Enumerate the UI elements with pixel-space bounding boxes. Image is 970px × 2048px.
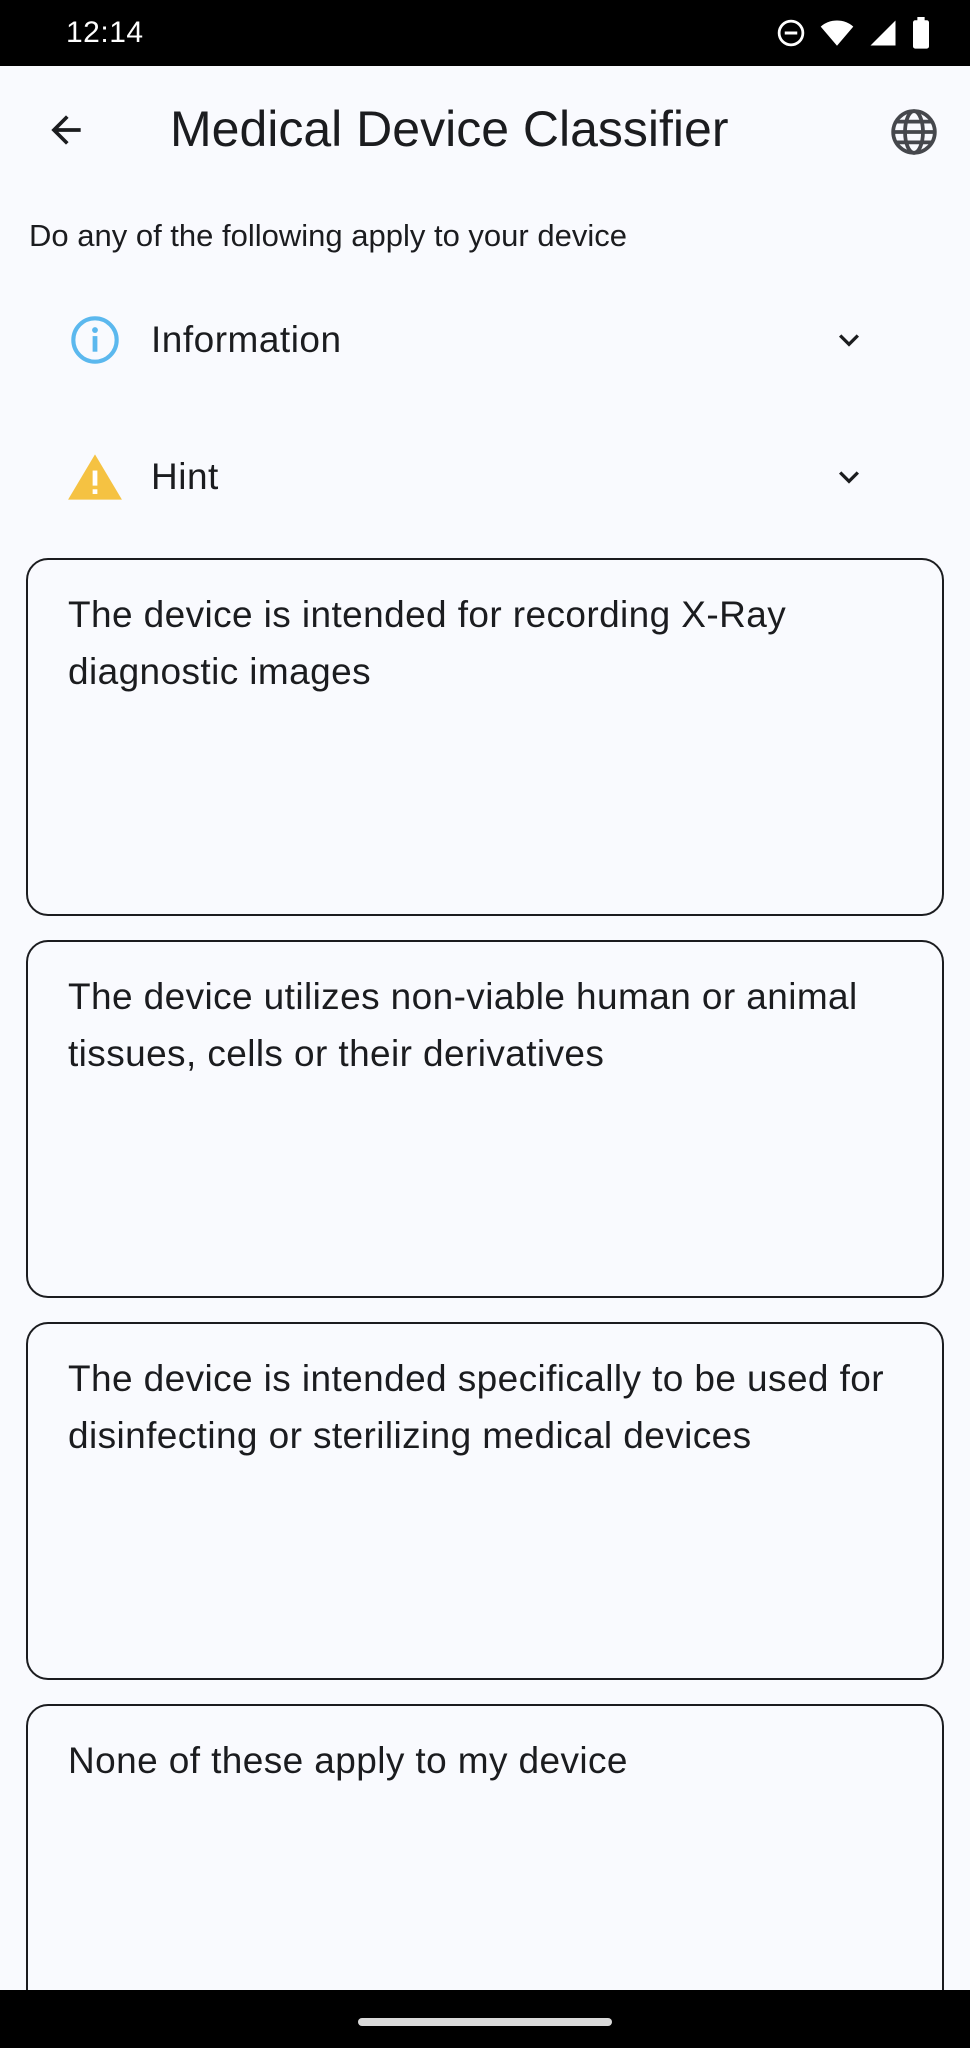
- info-icon: [65, 310, 125, 370]
- information-expander[interactable]: Information: [29, 285, 941, 395]
- information-label: Information: [151, 319, 342, 360]
- hint-label: Hint: [151, 456, 219, 497]
- status-icons: [776, 17, 930, 49]
- navigation-bar: [0, 1990, 970, 2048]
- language-button[interactable]: [884, 104, 944, 164]
- globe-icon: [889, 107, 939, 162]
- option-card-xray[interactable]: The device is intended for recording X-R…: [26, 558, 944, 916]
- option-text: The device utilizes non-viable human or …: [68, 976, 858, 1074]
- option-text: None of these apply to my device: [68, 1740, 628, 1781]
- wifi-icon: [820, 18, 854, 48]
- status-bar: 12:14: [0, 0, 970, 66]
- warning-icon: [65, 447, 125, 507]
- app-bar: Medical Device Classifier: [0, 66, 970, 198]
- back-button[interactable]: [36, 102, 96, 162]
- option-card-disinfecting[interactable]: The device is intended specifically to b…: [26, 1322, 944, 1680]
- chevron-down-icon: [819, 310, 879, 370]
- screen: 12:14 Medical Device Classifier Do any o…: [0, 0, 970, 2048]
- page-title: Medical Device Classifier: [170, 101, 729, 157]
- dnd-icon: [776, 18, 806, 48]
- question-prompt: Do any of the following apply to your de…: [29, 218, 627, 253]
- home-gesture-handle[interactable]: [358, 2018, 612, 2026]
- hint-expander[interactable]: Hint: [29, 422, 941, 532]
- option-text: The device is intended for recording X-R…: [68, 594, 787, 692]
- arrow-back-icon: [44, 108, 88, 157]
- battery-icon: [912, 17, 930, 49]
- status-time: 12:14: [66, 16, 144, 49]
- option-card-tissues[interactable]: The device utilizes non-viable human or …: [26, 940, 944, 1298]
- chevron-down-icon: [819, 447, 879, 507]
- signal-icon: [868, 18, 898, 48]
- option-text: The device is intended specifically to b…: [68, 1358, 884, 1456]
